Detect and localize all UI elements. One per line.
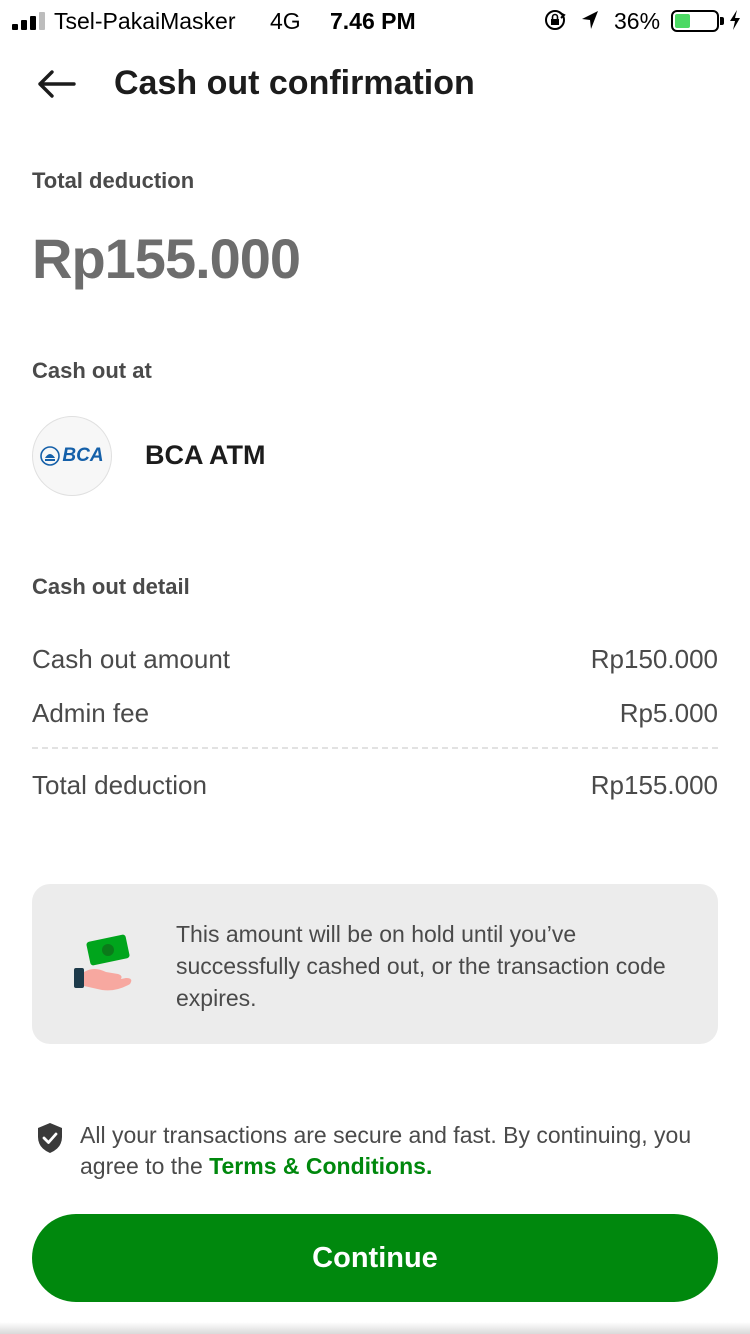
dashed-divider [32, 747, 718, 749]
bottom-edge-shadow [0, 1322, 750, 1334]
charging-bolt-icon [730, 10, 740, 30]
bank-logo-text: BCA [62, 445, 104, 466]
detail-total-row: Total deduction Rp155.000 [32, 770, 718, 801]
hold-notice-text: This amount will be on hold until you’ve… [176, 921, 666, 1011]
status-bar: Tsel-PakaiMasker 4G 7.46 PM 36% [0, 0, 750, 40]
detail-row-value: Rp150.000 [590, 644, 718, 674]
bank-name: BCA ATM [145, 440, 266, 470]
detail-row: Admin fee Rp5.000 [32, 698, 718, 729]
bank-logo: BCA [32, 416, 112, 496]
signal-strength-icon [12, 12, 48, 30]
arrow-left-icon [38, 70, 76, 98]
carrier-name: Tsel-PakaiMasker [54, 8, 236, 34]
total-deduction-label: Total deduction [32, 168, 195, 193]
detail-row: Cash out amount Rp150.000 [32, 644, 718, 675]
detail-row-label: Admin fee [32, 698, 150, 728]
bca-emblem-icon [40, 446, 61, 466]
shield-check-icon [38, 1123, 62, 1153]
battery-icon [671, 10, 719, 32]
battery-cap [720, 17, 724, 25]
page-title: Cash out confirmation [114, 64, 475, 102]
secure-notice: All your transactions are secure and fas… [80, 1120, 730, 1182]
cash-out-at-label: Cash out at [32, 358, 152, 383]
total-deduction-amount: Rp155.000 [32, 227, 301, 290]
cash-out-detail-label: Cash out detail [32, 574, 190, 599]
rotation-lock-icon [545, 10, 566, 30]
detail-total-value: Rp155.000 [590, 770, 718, 800]
terms-conditions-link[interactable]: Terms & Conditions. [209, 1153, 432, 1179]
network-type: 4G [270, 8, 301, 34]
continue-button[interactable]: Continue [32, 1214, 718, 1302]
hand-money-icon [74, 934, 132, 991]
detail-row-label: Cash out amount [32, 644, 231, 674]
back-button[interactable] [34, 62, 78, 106]
detail-row-value: Rp5.000 [619, 698, 718, 728]
status-time: 7.46 PM [330, 8, 416, 34]
location-arrow-icon [582, 11, 598, 29]
battery-percentage: 36% [614, 8, 661, 34]
detail-total-label: Total deduction [32, 770, 207, 800]
hold-notice-card: This amount will be on hold until you’ve… [32, 884, 718, 1044]
